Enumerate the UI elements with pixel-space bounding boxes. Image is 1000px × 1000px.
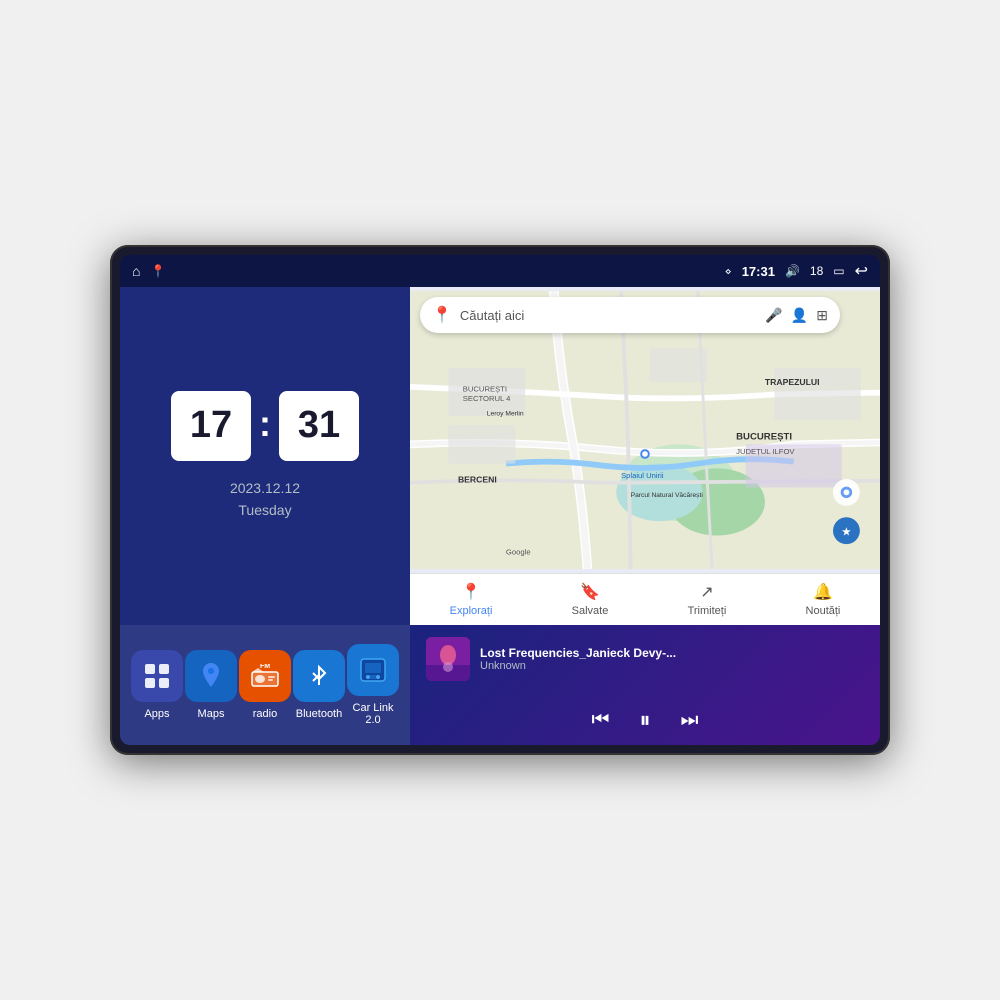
status-time: 17:31: [742, 264, 775, 279]
svg-text:Parcul Natural Văcărești: Parcul Natural Văcărești: [631, 492, 704, 499]
map-search-right-icons: 🎤 👤 ⊞: [765, 307, 828, 324]
app-icon-radio[interactable]: FM radio: [238, 650, 292, 720]
svg-text:Splaiul Unirii: Splaiul Unirii: [621, 471, 664, 480]
maps-status-icon[interactable]: 📍: [150, 264, 165, 278]
svg-text:BUCUREȘTI: BUCUREȘTI: [736, 432, 792, 443]
status-left-icons: ⌂ 📍: [132, 263, 165, 279]
map-search-pin-icon: 📍: [432, 305, 452, 325]
explore-label: Explorați: [450, 605, 493, 617]
signal-bars: 18: [810, 264, 823, 278]
device-screen: ⌂ 📍 ⋄ 17:31 🔊 18 ▭ ↩ 17 :: [120, 255, 880, 745]
news-icon: 🔔: [813, 582, 833, 602]
saved-icon: 🔖: [580, 582, 600, 602]
right-panel: TRAPEZULUI BUCUREȘTI JUDEȚUL ILFOV BERCE…: [410, 287, 880, 745]
radio-label: radio: [253, 708, 277, 720]
map-search-bar[interactable]: 📍 Căutați aici 🎤 👤 ⊞: [420, 297, 840, 333]
maps-label: Maps: [198, 708, 225, 720]
clock-display: 17 : 31: [171, 391, 359, 461]
battery-icon: ▭: [833, 264, 844, 278]
volume-icon: 🔊: [785, 264, 800, 278]
clock-date-line1: 2023.12.12: [230, 477, 300, 499]
left-panel: 17 : 31 2023.12.12 Tuesday: [120, 287, 410, 745]
music-text: Lost Frequencies_Janieck Devy-... Unknow…: [480, 646, 864, 672]
mic-icon[interactable]: 🎤: [765, 307, 782, 324]
apps-label: Apps: [144, 708, 169, 720]
map-nav-news[interactable]: 🔔 Noutăți: [806, 582, 841, 617]
grid-icon[interactable]: ⊞: [816, 307, 828, 324]
music-prev-button[interactable]: ⏮: [591, 709, 609, 732]
app-icon-apps[interactable]: Apps: [130, 650, 184, 720]
clock-date-line2: Tuesday: [230, 499, 300, 521]
maps-icon-img: [185, 650, 237, 702]
app-icon-bluetooth[interactable]: Bluetooth: [292, 650, 346, 720]
carlink-label: Car Link 2.0: [346, 702, 400, 726]
music-play-button[interactable]: ⏸: [639, 707, 650, 733]
explore-icon: 📍: [461, 582, 481, 602]
svg-text:SECTORUL 4: SECTORUL 4: [463, 394, 511, 403]
svg-text:JUDEȚUL ILFOV: JUDEȚUL ILFOV: [736, 447, 795, 456]
carlink-icon-img: [347, 644, 399, 696]
music-controls: ⏮ ⏸ ⏭: [426, 707, 864, 733]
clock-date: 2023.12.12 Tuesday: [230, 477, 300, 522]
svg-text:TRAPEZULUI: TRAPEZULUI: [765, 377, 820, 387]
app-icon-carlink[interactable]: Car Link 2.0: [346, 644, 400, 726]
share-icon: ↗: [700, 582, 713, 602]
map-nav-share[interactable]: ↗ Trimiteți: [688, 582, 727, 617]
radio-icon-img: FM: [239, 650, 291, 702]
music-next-button[interactable]: ⏭: [681, 709, 699, 732]
svg-text:FM: FM: [260, 664, 270, 670]
news-label: Noutăți: [806, 605, 841, 617]
status-bar: ⌂ 📍 ⋄ 17:31 🔊 18 ▭ ↩: [120, 255, 880, 287]
account-icon[interactable]: 👤: [791, 307, 808, 324]
music-thumbnail: [426, 637, 470, 681]
music-info: Lost Frequencies_Janieck Devy-... Unknow…: [426, 637, 864, 681]
saved-label: Salvate: [572, 605, 609, 617]
svg-text:BERCENI: BERCENI: [458, 475, 497, 485]
bluetooth-label: Bluetooth: [296, 708, 342, 720]
share-label: Trimiteți: [688, 605, 727, 617]
svg-text:★: ★: [841, 527, 851, 539]
apps-icon-img: [131, 650, 183, 702]
music-artist: Unknown: [480, 660, 864, 672]
app-icon-maps[interactable]: Maps: [184, 650, 238, 720]
clock-colon: :: [259, 403, 271, 445]
map-search-text: Căutați aici: [460, 308, 757, 323]
status-right-area: ⋄ 17:31 🔊 18 ▭ ↩: [725, 261, 868, 281]
clock-hour: 17: [171, 391, 251, 461]
music-player: Lost Frequencies_Janieck Devy-... Unknow…: [410, 625, 880, 745]
back-icon[interactable]: ↩: [855, 261, 868, 281]
svg-text:Google: Google: [506, 548, 531, 557]
svg-text:Leroy Merlin: Leroy Merlin: [487, 411, 524, 418]
clock-minute: 31: [279, 391, 359, 461]
music-title: Lost Frequencies_Janieck Devy-...: [480, 646, 864, 660]
map-area[interactable]: TRAPEZULUI BUCUREȘTI JUDEȚUL ILFOV BERCE…: [410, 287, 880, 573]
map-nav-explore[interactable]: 📍 Explorați: [450, 582, 493, 617]
app-dock: Apps Maps: [120, 625, 410, 745]
main-content: 17 : 31 2023.12.12 Tuesday: [120, 287, 880, 745]
svg-text:BUCUREȘTI: BUCUREȘTI: [463, 385, 507, 394]
home-icon[interactable]: ⌂: [132, 263, 140, 279]
music-thumbnail-art: [426, 637, 470, 681]
device-frame: ⌂ 📍 ⋄ 17:31 🔊 18 ▭ ↩ 17 :: [110, 245, 890, 755]
map-nav-bar: 📍 Explorați 🔖 Salvate ↗ Trimiteți 🔔 Nout…: [410, 573, 880, 625]
location-icon: ⋄: [725, 265, 732, 278]
map-nav-saved[interactable]: 🔖 Salvate: [572, 582, 609, 617]
bluetooth-icon-img: [293, 650, 345, 702]
clock-widget: 17 : 31 2023.12.12 Tuesday: [120, 287, 410, 625]
